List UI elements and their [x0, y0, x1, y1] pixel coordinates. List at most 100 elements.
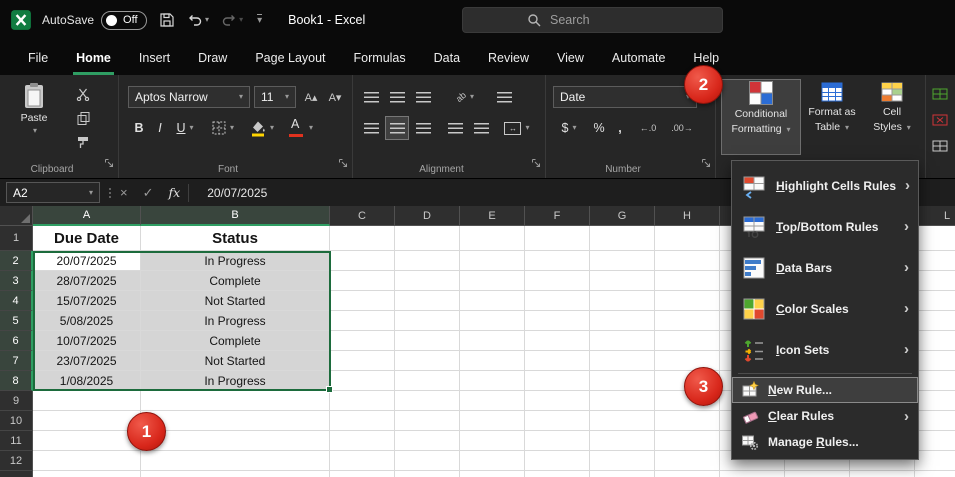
cell-E5[interactable] — [460, 311, 525, 331]
cancel-entry-button[interactable]: × — [120, 185, 128, 200]
font-dialog-launcher[interactable] — [338, 155, 348, 173]
save-button[interactable] — [159, 12, 175, 28]
cell-D8[interactable] — [395, 371, 460, 391]
cell-A5[interactable]: 5/08/2025 — [33, 311, 141, 331]
cell-G5[interactable] — [590, 311, 655, 331]
cell-H11[interactable] — [655, 431, 720, 451]
cell-H1[interactable] — [655, 226, 720, 251]
cell-D11[interactable] — [395, 431, 460, 451]
copy-button[interactable] — [70, 107, 96, 129]
menu-item-highlight-cells-rules[interactable]: Highlight Cells Rules › — [732, 165, 918, 206]
cell-B7[interactable]: Not Started — [141, 351, 330, 371]
align-middle-button[interactable] — [386, 86, 408, 108]
column-header-L[interactable]: L — [915, 206, 955, 226]
tab-data[interactable]: Data — [420, 40, 474, 75]
column-header-E[interactable]: E — [460, 206, 525, 226]
cell-G9[interactable] — [590, 391, 655, 411]
row-header-11[interactable]: 11 — [0, 431, 33, 451]
cell-A8[interactable]: 1/08/2025 — [33, 371, 141, 391]
font-color-button[interactable]: A ▾ — [284, 117, 316, 139]
cell-G11[interactable] — [590, 431, 655, 451]
formula-bar-resize-handle[interactable] — [109, 187, 111, 198]
font-name-combo[interactable]: Aptos Narrow ▾ — [128, 86, 250, 108]
grow-font-button[interactable]: A▴ — [300, 86, 322, 108]
cell-G10[interactable] — [590, 411, 655, 431]
number-dialog-launcher[interactable] — [701, 155, 711, 173]
cell-E10[interactable] — [460, 411, 525, 431]
cell-H3[interactable] — [655, 271, 720, 291]
percent-style-button[interactable]: % — [589, 117, 609, 139]
menu-item-new-rule[interactable]: New Rule... — [732, 377, 918, 403]
cell-H12[interactable] — [655, 451, 720, 471]
wrap-text-button[interactable] — [492, 86, 516, 108]
cell-F8[interactable] — [525, 371, 590, 391]
cell-F6[interactable] — [525, 331, 590, 351]
cell-A12[interactable] — [33, 451, 141, 471]
cell-styles-button[interactable]: Cell Styles ▾ — [863, 79, 921, 155]
cell-E4[interactable] — [460, 291, 525, 311]
search-box[interactable]: Search — [462, 7, 723, 33]
cell-G6[interactable] — [590, 331, 655, 351]
borders-button[interactable]: ▾ — [208, 117, 238, 139]
decrease-indent-button[interactable] — [444, 117, 466, 139]
format-painter-button[interactable] — [70, 131, 96, 153]
format-as-table-button[interactable]: Format as Table ▾ — [803, 79, 861, 155]
cell-L3[interactable] — [915, 271, 955, 291]
cell-E12[interactable] — [460, 451, 525, 471]
accounting-format-button[interactable]: $ ▾ — [555, 117, 583, 139]
name-box[interactable]: A2 ▾ — [6, 182, 100, 203]
menu-item-clear-rules[interactable]: Clear Rules › — [732, 403, 918, 429]
tab-insert[interactable]: Insert — [125, 40, 184, 75]
cell-C2[interactable] — [330, 251, 395, 271]
cell-E3[interactable] — [460, 271, 525, 291]
bold-button[interactable]: B — [130, 117, 148, 139]
undo-button[interactable]: ▾ — [187, 12, 209, 28]
cell-E9[interactable] — [460, 391, 525, 411]
tab-draw[interactable]: Draw — [184, 40, 241, 75]
cell-A9[interactable] — [33, 391, 141, 411]
cell-C13[interactable] — [330, 471, 395, 477]
tab-review[interactable]: Review — [474, 40, 543, 75]
cell-D7[interactable] — [395, 351, 460, 371]
cell-L4[interactable] — [915, 291, 955, 311]
row-header-6[interactable]: 6 — [0, 331, 33, 351]
menu-item-icon-sets[interactable]: Icon Sets › — [732, 329, 918, 370]
cell-A3[interactable]: 28/07/2025 — [33, 271, 141, 291]
row-header-3[interactable]: 3 — [0, 271, 33, 291]
cell-B3[interactable]: Complete — [141, 271, 330, 291]
cell-F12[interactable] — [525, 451, 590, 471]
cell-D13[interactable] — [395, 471, 460, 477]
cell-E6[interactable] — [460, 331, 525, 351]
cell-C12[interactable] — [330, 451, 395, 471]
cell-L6[interactable] — [915, 331, 955, 351]
row-header-10[interactable]: 10 — [0, 411, 33, 431]
cell-H13[interactable] — [655, 471, 720, 477]
alignment-dialog-launcher[interactable] — [531, 155, 541, 173]
row-header-2[interactable]: 2 — [0, 251, 33, 271]
cell-A7[interactable]: 23/07/2025 — [33, 351, 141, 371]
cut-button[interactable] — [70, 83, 96, 105]
cell-F1[interactable] — [525, 226, 590, 251]
cell-I13[interactable] — [720, 471, 785, 477]
cell-L7[interactable] — [915, 351, 955, 371]
cell-G13[interactable] — [590, 471, 655, 477]
cell-D10[interactable] — [395, 411, 460, 431]
cell-C7[interactable] — [330, 351, 395, 371]
cell-B13[interactable] — [141, 471, 330, 477]
align-bottom-button[interactable] — [412, 86, 434, 108]
cell-A11[interactable] — [33, 431, 141, 451]
cell-G2[interactable] — [590, 251, 655, 271]
cell-B1[interactable]: Status — [141, 226, 330, 251]
cell-F3[interactable] — [525, 271, 590, 291]
autosave-toggle[interactable]: Off — [101, 10, 148, 30]
cell-B5[interactable]: In Progress — [141, 311, 330, 331]
cell-G3[interactable] — [590, 271, 655, 291]
cell-G12[interactable] — [590, 451, 655, 471]
cell-L8[interactable] — [915, 371, 955, 391]
menu-item-data-bars[interactable]: Data Bars › — [732, 247, 918, 288]
tab-view[interactable]: View — [543, 40, 598, 75]
column-header-C[interactable]: C — [330, 206, 395, 226]
cell-D4[interactable] — [395, 291, 460, 311]
delete-cells-button[interactable] — [929, 109, 951, 131]
cell-F13[interactable] — [525, 471, 590, 477]
